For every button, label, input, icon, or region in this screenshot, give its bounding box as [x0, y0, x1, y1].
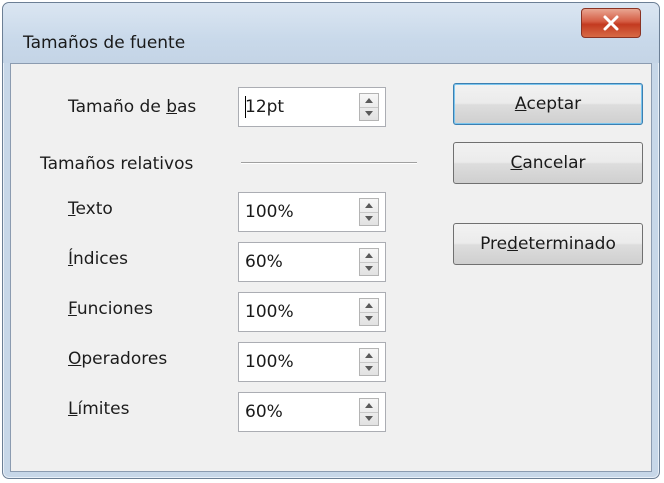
- spin-down-button[interactable]: [360, 412, 378, 425]
- dialog-body: Tamaño de bas 12pt Tamaños relativos Tex…: [10, 63, 652, 472]
- text-size-spinner[interactable]: [359, 198, 379, 226]
- base-size-spinbox[interactable]: 12pt: [238, 87, 386, 127]
- base-size-value[interactable]: 12pt: [245, 97, 284, 117]
- indexes-size-spinner[interactable]: [359, 248, 379, 276]
- spin-down-button[interactable]: [360, 107, 378, 120]
- operators-size-spinbox[interactable]: 100%: [238, 342, 386, 382]
- close-icon: [603, 15, 619, 31]
- operators-label: Operadores: [68, 349, 168, 369]
- text-size-value[interactable]: 100%: [245, 202, 294, 222]
- functions-size-spinner[interactable]: [359, 298, 379, 326]
- section-divider: [241, 162, 417, 164]
- arrow-up-icon: [365, 253, 373, 258]
- spin-up-button[interactable]: [360, 399, 378, 413]
- operators-size-value[interactable]: 100%: [245, 352, 294, 372]
- font-sizes-dialog: Tamaños de fuente Tamaño de bas 12pt Tam…: [2, 2, 660, 479]
- spin-down-button[interactable]: [360, 362, 378, 375]
- indexes-label: Índices: [68, 249, 128, 269]
- spin-down-button[interactable]: [360, 312, 378, 325]
- indexes-size-value[interactable]: 60%: [245, 252, 283, 272]
- arrow-down-icon: [365, 416, 373, 421]
- text-size-spinbox[interactable]: 100%: [238, 192, 386, 232]
- base-size-label: Tamaño de bas: [68, 97, 197, 117]
- text-caret: [245, 96, 246, 118]
- spin-up-button[interactable]: [360, 199, 378, 213]
- arrow-down-icon: [365, 266, 373, 271]
- cancel-button[interactable]: Cancelar: [453, 142, 643, 184]
- spin-up-button[interactable]: [360, 299, 378, 313]
- spin-up-button[interactable]: [360, 249, 378, 263]
- arrow-up-icon: [365, 353, 373, 358]
- arrow-up-icon: [365, 303, 373, 308]
- spin-up-button[interactable]: [360, 349, 378, 363]
- limits-label: Límites: [68, 399, 130, 419]
- arrow-up-icon: [365, 98, 373, 103]
- default-button[interactable]: Pre d eterminado: [453, 223, 643, 265]
- dialog-title: Tamaños de fuente: [23, 33, 186, 53]
- arrow-down-icon: [365, 216, 373, 221]
- functions-size-spinbox[interactable]: 100%: [238, 292, 386, 332]
- title-bar[interactable]: Tamaños de fuente: [3, 3, 659, 63]
- arrow-up-icon: [365, 203, 373, 208]
- text-label: Texto: [68, 199, 113, 219]
- base-size-spinner[interactable]: [359, 93, 379, 121]
- ok-button[interactable]: Aceptar: [453, 83, 643, 125]
- limits-size-spinbox[interactable]: 60%: [238, 392, 386, 432]
- limits-size-value[interactable]: 60%: [245, 402, 283, 422]
- close-button[interactable]: [581, 8, 641, 38]
- arrow-down-icon: [365, 366, 373, 371]
- functions-label: Funciones: [68, 299, 153, 319]
- spin-down-button[interactable]: [360, 262, 378, 275]
- relative-sizes-heading: Tamaños relativos: [40, 154, 194, 174]
- indexes-size-spinbox[interactable]: 60%: [238, 242, 386, 282]
- operators-size-spinner[interactable]: [359, 348, 379, 376]
- arrow-down-icon: [365, 111, 373, 116]
- limits-size-spinner[interactable]: [359, 398, 379, 426]
- functions-size-value[interactable]: 100%: [245, 302, 294, 322]
- arrow-down-icon: [365, 316, 373, 321]
- arrow-up-icon: [365, 403, 373, 408]
- spin-up-button[interactable]: [360, 94, 378, 108]
- spin-down-button[interactable]: [360, 212, 378, 225]
